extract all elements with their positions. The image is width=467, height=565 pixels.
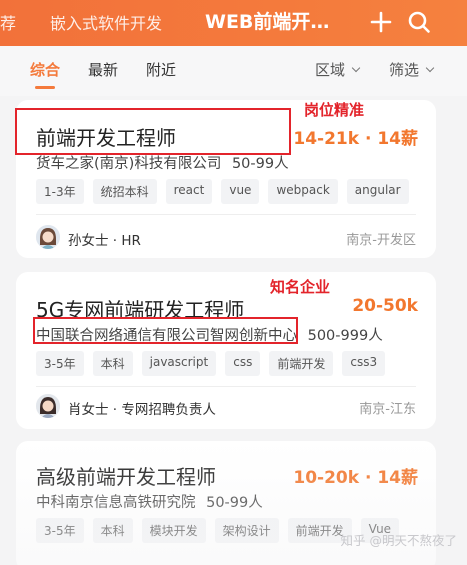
job-tag: 1-3年 [36, 179, 84, 204]
category-tab-embedded[interactable]: 嵌入式软件开发 [50, 10, 162, 34]
watermark: 知乎 @明天不熬夜了 [340, 533, 457, 548]
category-tab-web-frontend[interactable]: WEB前端开… [205, 7, 329, 34]
company-size: 50-99人 [231, 156, 289, 172]
job-tag: css [225, 351, 261, 376]
job-tag: angular [346, 179, 409, 204]
annotation-box-company [33, 317, 298, 344]
company-name: 中科南京信息高铁研究院 [36, 495, 196, 511]
job-tag: javascript [141, 351, 217, 376]
job-salary: 14-21k · 14薪 [293, 129, 418, 149]
company-line: 货车之家(南京)科技有限公司 50-99人 [36, 152, 289, 173]
recruiter-name: 肖女士 · 专网招聘负责人 [68, 402, 216, 418]
search-icon[interactable] [404, 7, 434, 37]
job-tag: 前端开发 [269, 351, 334, 376]
divider [36, 386, 416, 387]
job-tags: 1-3年 统招本科 react vue webpack angular [36, 179, 409, 204]
filter-label: 筛选 [389, 61, 420, 79]
tab-comprehensive[interactable]: 综合 [30, 59, 60, 89]
chevron-down-icon [425, 63, 435, 72]
job-location: 南京-开发区 [346, 233, 416, 248]
filter-bar: 综合 最新 附近 区域 筛选 [0, 46, 467, 96]
recruiter-avatar [36, 225, 60, 249]
job-tag: 模块开发 [141, 518, 206, 543]
tab-nearby[interactable]: 附近 [146, 59, 176, 80]
divider [36, 214, 416, 215]
top-category-bar: 荐 嵌入式软件开发 WEB前端开… [0, 0, 467, 46]
job-tag: webpack [268, 179, 338, 204]
recruiter-avatar [36, 394, 60, 418]
chevron-down-icon [351, 63, 361, 72]
tab-latest[interactable]: 最新 [88, 59, 118, 80]
job-tag: vue [221, 179, 260, 204]
job-tag: 本科 [92, 351, 133, 376]
job-salary: 10-20k · 14薪 [293, 468, 418, 488]
recruiter-name: 孙女士 · HR [68, 233, 141, 249]
company-size: 50-99人 [206, 495, 263, 511]
region-dropdown[interactable]: 区域 [315, 59, 361, 80]
job-salary: 20-50k [352, 296, 418, 316]
job-tag: 统招本科 [92, 179, 157, 204]
company-line: 中科南京信息高铁研究院 50-99人 [36, 491, 263, 512]
job-tags: 3-5年 本科 javascript css 前端开发 css3 [36, 351, 386, 376]
annotation-label-company: 知名企业 [270, 278, 331, 296]
job-tag: css3 [342, 351, 386, 376]
job-tag: 本科 [92, 518, 133, 543]
company-name: 货车之家(南京)科技有限公司 [36, 156, 222, 172]
job-card[interactable]: 5G专网前端研发工程师 20-50k 中国联合网络通信有限公司智网创新中心 50… [16, 272, 436, 429]
annotation-label-accurate: 岗位精准 [304, 101, 365, 119]
job-title: 高级前端开发工程师 [36, 465, 216, 489]
company-size: 500-999人 [307, 328, 383, 344]
category-tab-recommend[interactable]: 荐 [0, 10, 34, 34]
filter-dropdown[interactable]: 筛选 [389, 59, 435, 80]
job-tag: react [165, 179, 213, 204]
annotation-box-title [15, 108, 291, 155]
job-tag: 3-5年 [36, 518, 84, 543]
job-tag: 架构设计 [214, 518, 279, 543]
job-tag: 3-5年 [36, 351, 84, 376]
region-label: 区域 [315, 61, 346, 79]
job-location: 南京-江东 [359, 402, 416, 417]
plus-icon[interactable] [366, 7, 396, 37]
